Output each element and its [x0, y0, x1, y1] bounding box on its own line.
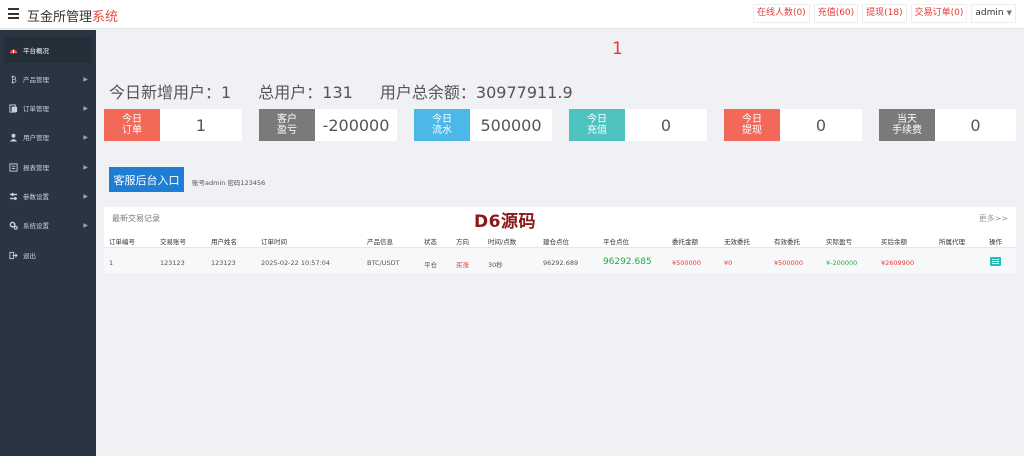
chevron-right-icon: ▶ — [83, 133, 88, 141]
row-action-button[interactable] — [990, 257, 1001, 266]
card-today-recharge: 今日 充值 0 — [569, 109, 707, 141]
user-icon — [9, 133, 18, 142]
svg-text:₿: ₿ — [11, 75, 17, 84]
column-header: 方向 — [456, 238, 469, 246]
card-value: 0 — [815, 115, 827, 135]
top-links: 在线人数(0) 充值(60) 提现(18) 交易订单(0) admin ▼ — [752, 4, 1016, 23]
column-header: 平仓点位 — [603, 238, 629, 246]
gear-icon — [9, 221, 18, 230]
card-label: 今日 充值 — [569, 109, 625, 141]
cell-order-id: 1 — [109, 259, 114, 267]
card-today-fee: 当天 手续费 0 — [879, 109, 1016, 141]
latest-trades-panel: 最新交易记录 D6源码 更多>> 订单编号 交易账号 用户姓名 订单时间 产品信… — [104, 207, 1016, 273]
withdraw-link[interactable]: 提现(18) — [862, 4, 907, 23]
chevron-right-icon: ▶ — [83, 75, 88, 83]
total-balance-stat: 用户总余额：30977911.9 — [379, 83, 573, 102]
page-number: 1 — [612, 39, 623, 59]
sidebar-item-dashboard[interactable]: 平台概况 — [4, 37, 92, 63]
column-header: 买后余额 — [881, 238, 907, 246]
watermark: D6源码 — [474, 212, 536, 232]
cell-close-price: 96292.685 — [603, 257, 652, 267]
card-label: 今日 订单 — [104, 109, 160, 141]
app-title: 互金所管理系统 — [27, 10, 119, 25]
column-header: 产品信息 — [367, 238, 393, 246]
cell-name: 123123 — [211, 259, 236, 267]
cell-pnl: ¥-200000 — [826, 259, 858, 267]
card-label: 当天 手续费 — [879, 109, 935, 141]
online-users-link[interactable]: 在线人数(0) — [752, 4, 810, 23]
cell-direction: 买涨 — [456, 261, 469, 269]
logout-icon — [9, 251, 18, 259]
customer-service-button[interactable]: 客服后台入口 — [109, 167, 184, 192]
sidebar: 平台概况 ₿ 产品管理 ▶ 订单管理 ▶ 用户管理 ▶ 报表管理 ▶ 参数设置 … — [0, 30, 96, 456]
column-header: 订单时间 — [261, 238, 287, 246]
admin-menu[interactable]: admin ▼ — [971, 4, 1016, 23]
recharge-link[interactable]: 充值(60) — [813, 4, 859, 23]
card-today-flow: 今日 流水 500000 — [414, 109, 552, 141]
column-header: 时间/点数 — [488, 238, 517, 246]
column-header: 操作 — [989, 238, 1002, 246]
cell-duration: 30秒 — [488, 261, 503, 269]
sidebar-item-logout[interactable]: 退出 — [4, 242, 92, 268]
column-header: 实际盈亏 — [826, 238, 852, 246]
column-header: 交易账号 — [160, 238, 186, 246]
total-users-stat: 总用户：131 — [258, 83, 353, 102]
cell-balance: ¥2609900 — [881, 259, 915, 267]
cell-amount: ¥500000 — [672, 259, 701, 267]
card-value: -200000 — [322, 115, 390, 135]
card-value: 0 — [660, 115, 672, 135]
trade-orders-link[interactable]: 交易订单(0) — [910, 4, 968, 23]
column-header: 委托金额 — [672, 238, 698, 246]
sidebar-item-reports[interactable]: 报表管理 ▶ — [4, 154, 92, 180]
card-today-withdraw: 今日 提现 0 — [724, 109, 862, 141]
card-value: 0 — [970, 115, 981, 135]
column-header: 无效委托 — [724, 238, 750, 246]
caret-down-icon: ▼ — [1006, 9, 1012, 17]
chevron-right-icon: ▶ — [83, 192, 88, 200]
cell-product: BTC/USDT — [367, 259, 400, 267]
cell-account: 123123 — [160, 259, 185, 267]
document-icon — [9, 103, 18, 113]
menu-toggle-icon[interactable] — [8, 8, 19, 19]
card-customer-pnl: 客户 盈亏 -200000 — [259, 109, 397, 141]
sidebar-item-products[interactable]: ₿ 产品管理 ▶ — [4, 66, 92, 92]
dashboard-icon — [9, 49, 18, 53]
card-label: 今日 提现 — [724, 109, 780, 141]
sidebar-item-orders[interactable]: 订单管理 ▶ — [4, 95, 92, 121]
card-label: 今日 流水 — [414, 109, 470, 141]
card-label: 客户 盈亏 — [259, 109, 315, 141]
column-header: 有效委托 — [774, 238, 800, 246]
column-header: 建仓点位 — [543, 238, 569, 246]
chevron-right-icon: ▶ — [83, 104, 88, 112]
chevron-right-icon: ▶ — [83, 163, 88, 171]
list-icon — [992, 261, 999, 262]
card-value: 1 — [195, 115, 207, 135]
column-header: 用户姓名 — [211, 238, 237, 246]
sidebar-item-users[interactable]: 用户管理 ▶ — [4, 124, 92, 150]
cell-open-price: 96292.689 — [543, 259, 579, 267]
stats-summary: 今日新增用户：1 总用户：131 用户总余额：30977911.9 — [109, 79, 595, 103]
card-today-orders: 今日 订单 1 — [104, 109, 242, 141]
card-value: 500000 — [480, 115, 542, 135]
sidebar-item-params[interactable]: 参数设置 ▶ — [4, 183, 92, 209]
new-users-stat: 今日新增用户：1 — [109, 83, 232, 102]
more-link[interactable]: 更多>> — [979, 213, 1008, 224]
column-header: 订单编号 — [109, 238, 135, 246]
credentials-note: 账号admin 密码123456 — [192, 179, 266, 187]
column-header: 所属代理 — [939, 238, 965, 246]
cell-status: 平仓 — [424, 261, 437, 269]
sidebar-item-system[interactable]: 系统设置 ▶ — [4, 212, 92, 238]
top-bar: 互金所管理系统 在线人数(0) 充值(60) 提现(18) 交易订单(0) ad… — [0, 0, 1024, 29]
cell-invalid: ¥0 — [724, 259, 733, 267]
chevron-right-icon: ▶ — [83, 221, 88, 229]
report-icon — [9, 162, 18, 172]
cell-time: 2025-02-22 10:57:04 — [261, 259, 331, 267]
bitcoin-icon: ₿ — [11, 75, 17, 84]
cell-valid: ¥500000 — [774, 259, 803, 267]
panel-title: 最新交易记录 — [112, 214, 160, 223]
column-header: 状态 — [424, 238, 437, 246]
sliders-icon — [9, 192, 18, 200]
